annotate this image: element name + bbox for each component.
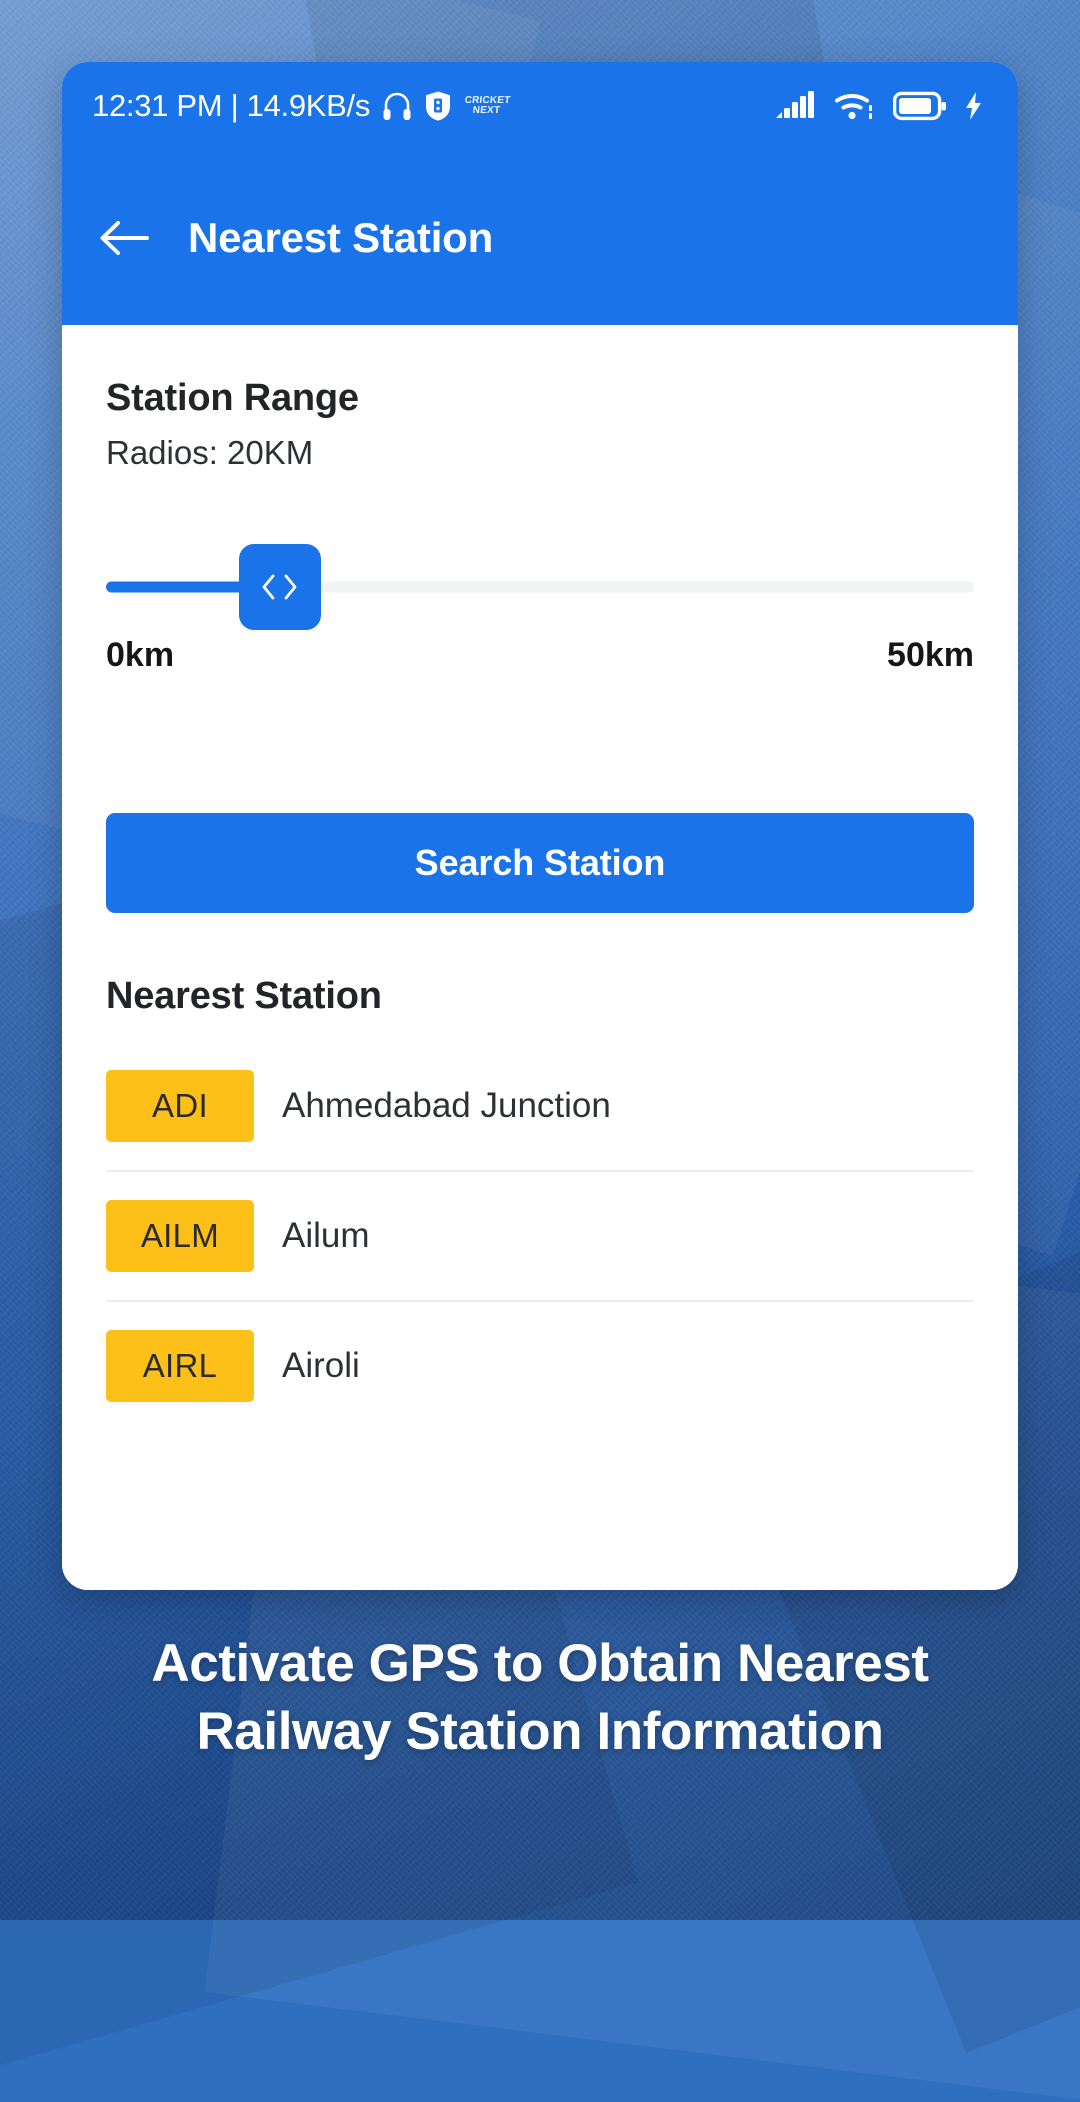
shield-icon — [424, 90, 452, 122]
cricket-badge-line2: NEXT — [472, 105, 501, 116]
signal-bars-icon — [775, 90, 817, 122]
station-name-label: Ahmedabad Junction — [282, 1086, 611, 1125]
slider-scale: 0km 50km — [106, 636, 974, 675]
status-bar: 12:31 PM | 14.9KB/s CRICKET NEXT — [62, 62, 1018, 150]
slider-min-label: 0km — [106, 636, 175, 674]
station-list-item[interactable]: AIRL Airoli — [106, 1302, 974, 1430]
station-list-item[interactable]: AILM Ailum — [106, 1172, 974, 1302]
station-name-label: Airoli — [282, 1346, 360, 1385]
back-button[interactable] — [96, 210, 152, 266]
promo-caption-line1: Activate GPS to Obtain Nearest — [151, 1634, 929, 1693]
slider-thumb[interactable] — [238, 544, 321, 630]
page-title: Nearest Station — [188, 213, 494, 261]
station-code-badge: AILM — [106, 1200, 254, 1272]
app-bar: Nearest Station — [62, 150, 1018, 325]
promo-caption-line2: Railway Station Information — [196, 1701, 884, 1761]
battery-icon — [893, 91, 947, 121]
content-sheet: Station Range Radios: 20KM 0km 50km Sear… — [62, 325, 1018, 1590]
radius-value-label: Radios: 20KM — [106, 434, 314, 471]
status-clock: 12:31 PM | 14.9KB/s — [92, 88, 371, 123]
station-list: ADI Ahmedabad Junction AILM Ailum AIRL Airoli — [106, 1042, 974, 1430]
promo-caption: Activate GPS to Obtain Nearest Railway S… — [0, 1630, 1080, 1766]
station-range-title: Station Range — [106, 377, 359, 419]
headphone-icon — [382, 90, 412, 122]
search-station-button[interactable]: Search Station — [106, 813, 974, 913]
status-bar-left: 12:31 PM | 14.9KB/s CRICKET NEXT — [92, 88, 511, 124]
range-slider[interactable] — [106, 544, 974, 630]
status-bar-right — [775, 90, 984, 122]
back-arrow-icon — [99, 219, 149, 257]
cricket-next-badge: CRICKET NEXT — [464, 95, 511, 116]
chevron-right-icon — [283, 574, 298, 600]
station-code-badge: AIRL — [106, 1330, 254, 1402]
chevron-left-icon — [261, 574, 276, 600]
station-code-badge: ADI — [106, 1070, 254, 1142]
station-list-item[interactable]: ADI Ahmedabad Junction — [106, 1042, 974, 1172]
phone-screen: 12:31 PM | 14.9KB/s CRICKET NEXT Nearest… — [62, 62, 1018, 1590]
wifi-icon — [834, 90, 876, 122]
slider-max-label: 50km — [887, 636, 974, 674]
nearest-station-list-title: Nearest Station — [106, 975, 382, 1017]
station-name-label: Ailum — [282, 1216, 370, 1255]
charging-bolt-icon — [964, 91, 984, 121]
